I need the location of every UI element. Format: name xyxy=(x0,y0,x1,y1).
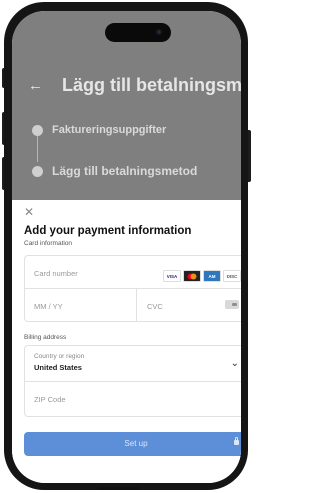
page-title: Lägg till betalningsmet xyxy=(62,75,241,95)
cvc-input[interactable]: CVC xyxy=(147,302,163,311)
phone-frame: ← Lägg till betalningsmet Faktureringsup… xyxy=(4,2,248,490)
card-info-label: Card information xyxy=(24,240,73,247)
lock-icon xyxy=(234,437,239,445)
cvc-card-icon xyxy=(225,300,239,309)
arrow-left-icon[interactable]: ← xyxy=(28,77,43,94)
step-item-billing-details: Faktureringsuppgifter xyxy=(32,124,166,136)
billing-input-group: Country or region United States ⌄ ZIP Co… xyxy=(24,345,241,417)
step-connector xyxy=(37,136,38,162)
card-input-group: Card number VISA AM DISC MM / YY CVC xyxy=(24,255,241,322)
country-label: Country or region xyxy=(34,353,85,360)
step-dot-icon xyxy=(32,124,43,136)
country-select[interactable]: United States xyxy=(34,363,82,372)
home-indicator[interactable] xyxy=(98,487,140,490)
payment-sheet: ✕ Add your payment information Card info… xyxy=(12,200,241,483)
camera-icon xyxy=(156,29,162,35)
phone-screen: ← Lägg till betalningsmet Faktureringsup… xyxy=(12,11,241,483)
visa-icon: VISA xyxy=(163,270,181,282)
amex-icon: AM xyxy=(203,270,221,282)
step-dot-icon xyxy=(32,165,43,177)
step-label: Faktureringsuppgifter xyxy=(52,124,167,136)
chevron-down-icon[interactable]: ⌄ xyxy=(231,358,239,369)
discover-icon: DISC xyxy=(223,270,241,282)
dynamic-island xyxy=(105,23,171,42)
zip-code-input[interactable]: ZIP Code xyxy=(34,395,66,404)
set-up-button[interactable]: Set up xyxy=(24,432,241,456)
sheet-title: Add your payment information xyxy=(24,225,192,237)
card-brand-icons: VISA AM DISC xyxy=(163,270,241,282)
card-number-input[interactable]: Card number xyxy=(34,269,78,278)
billing-address-label: Billing address xyxy=(24,334,67,341)
step-label: Lägg till betalningsmetod xyxy=(52,164,198,178)
divider xyxy=(25,288,241,289)
set-up-label: Set up xyxy=(124,439,148,448)
expiry-input[interactable]: MM / YY xyxy=(34,302,63,311)
divider xyxy=(136,289,137,321)
step-item-payment-method: Lägg till betalningsmetod xyxy=(32,164,197,178)
close-icon[interactable]: ✕ xyxy=(24,205,34,219)
divider xyxy=(25,381,241,382)
mastercard-icon xyxy=(183,270,201,282)
